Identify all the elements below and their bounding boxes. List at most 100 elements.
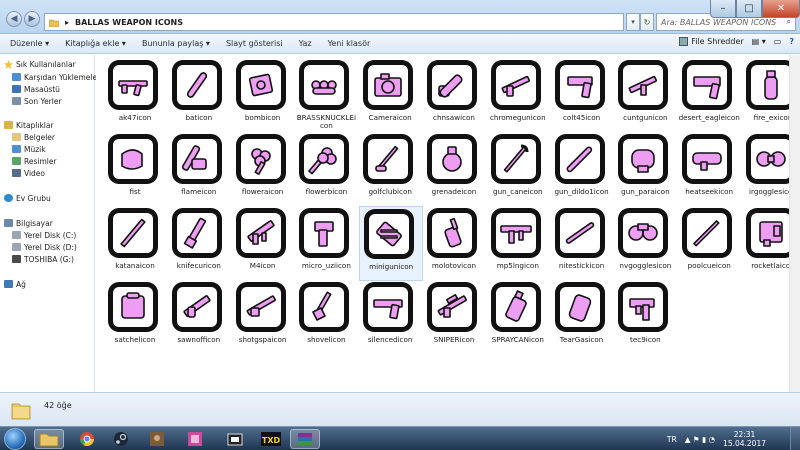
file-item[interactable]: gun_dildo1icon <box>551 132 615 207</box>
help-button[interactable]: ? <box>789 37 794 46</box>
nav-libraries[interactable]: Kitaplıklar <box>4 119 54 131</box>
file-item[interactable]: mp5lngicon <box>487 206 551 281</box>
file-item[interactable]: poolcueicon <box>678 206 742 281</box>
maximize-button[interactable]: □ <box>736 0 762 18</box>
file-shredder-button[interactable]: File Shredder <box>679 37 744 46</box>
taskbar-app-txd[interactable]: TXD <box>256 429 286 449</box>
file-item[interactable]: BRASSKNUCKLEicon <box>295 58 359 133</box>
file-item[interactable]: colt45icon <box>551 58 615 133</box>
file-item[interactable]: gun_caneicon <box>487 132 551 207</box>
file-item[interactable]: SNIPERicon <box>423 280 487 355</box>
taskbar-app-chrome[interactable] <box>72 429 102 449</box>
file-item[interactable]: M4icon <box>232 206 296 281</box>
preview-pane-button[interactable]: ▭ <box>774 37 782 46</box>
taskbar-app-camera[interactable] <box>220 429 250 449</box>
new-folder-button[interactable]: Yeni klasör <box>328 39 371 48</box>
weapon-icon <box>108 60 158 110</box>
start-button[interactable] <box>4 428 26 450</box>
language-indicator[interactable]: TR <box>667 435 677 444</box>
file-item[interactable]: golfclubicon <box>359 132 423 207</box>
nav-network[interactable]: Ağ <box>4 278 26 290</box>
nav-homegroup[interactable]: Ev Grubu <box>4 192 51 204</box>
organize-menu[interactable]: Düzenle ▾ <box>10 39 49 48</box>
weapon-glyph-icon <box>759 221 783 247</box>
file-item[interactable]: katanaicon <box>104 206 168 281</box>
nav-downloads[interactable]: Karşıdan Yüklemeler <box>12 71 100 83</box>
file-item[interactable]: sawnofficon <box>168 280 232 355</box>
file-item[interactable]: tec9icon <box>614 280 678 355</box>
address-bar[interactable]: ▸ BALLAS WEAPON ICONS <box>44 13 624 31</box>
address-dropdown-button[interactable]: ▾ <box>626 13 640 31</box>
file-item[interactable]: heatseekicon <box>678 132 742 207</box>
nav-drive-c[interactable]: Yerel Disk (C:) <box>12 229 76 241</box>
add-to-library-menu[interactable]: Kitaplığa ekle ▾ <box>65 39 126 48</box>
file-item[interactable]: chnsawicon <box>423 58 487 133</box>
file-item[interactable]: molotovicon <box>423 206 487 281</box>
weapon-icon <box>171 60 222 110</box>
file-item[interactable]: SPRAYCANicon <box>487 280 551 355</box>
file-item[interactable]: ak47icon <box>104 58 168 133</box>
file-item[interactable]: chromegunicon <box>487 58 551 133</box>
command-bar: Düzenle ▾ Kitaplığa ekle ▾ Bununla payla… <box>0 34 800 54</box>
nav-video[interactable]: Video <box>12 167 45 179</box>
share-menu[interactable]: Bununla paylaş ▾ <box>142 39 210 48</box>
weapon-icon <box>171 282 222 332</box>
file-item[interactable]: satchelicon <box>104 280 168 355</box>
taskbar-app-steam[interactable] <box>106 429 136 449</box>
vertical-scrollbar[interactable] <box>789 55 800 392</box>
file-name: knifecuricon <box>176 261 221 270</box>
nav-recent[interactable]: Son Yerler <box>12 95 62 107</box>
file-item[interactable]: TearGasicon <box>551 280 615 355</box>
show-desktop-button[interactable] <box>790 427 800 450</box>
file-item[interactable]: shovelicon <box>295 280 359 355</box>
navigation-pane: Sık Kullanılanlar Karşıdan Yüklemeler Ma… <box>0 55 100 392</box>
clock[interactable]: 22:31 15.04.2017 <box>723 430 766 448</box>
slideshow-button[interactable]: Slayt gösterisi <box>226 39 283 48</box>
file-item[interactable]: desert_eagleicon <box>678 58 742 133</box>
view-options-button[interactable]: ▤ ▾ <box>752 37 766 46</box>
nav-drive-d[interactable]: Yerel Disk (D:) <box>12 241 77 253</box>
file-item[interactable]: silencedicon <box>359 280 423 355</box>
back-button[interactable]: ◀ <box>6 11 22 27</box>
nav-pictures[interactable]: Resimler <box>12 155 57 167</box>
file-item[interactable]: minigunicon <box>359 206 424 281</box>
taskbar-app-gta[interactable] <box>142 429 172 449</box>
file-item[interactable]: nvgogglesicon <box>614 206 678 281</box>
close-button[interactable]: ✕ <box>762 0 800 18</box>
icon-frame <box>368 139 409 179</box>
file-item[interactable]: nitestickicon <box>551 206 615 281</box>
taskbar-app-winrar[interactable] <box>290 429 320 449</box>
file-item[interactable]: floweraicon <box>232 132 296 207</box>
file-item[interactable]: Cameraicon <box>359 58 423 133</box>
file-item[interactable]: shotgspaicon <box>232 280 296 355</box>
forward-button[interactable]: ▶ <box>24 11 40 27</box>
file-item[interactable]: fist <box>104 132 168 207</box>
minimize-button[interactable]: – <box>710 0 736 18</box>
file-item[interactable]: micro_uziicon <box>295 206 359 281</box>
taskbar-app-game[interactable] <box>180 429 210 449</box>
search-icon[interactable]: ⌕ <box>787 17 791 27</box>
nav-documents[interactable]: Belgeler <box>12 131 55 143</box>
nav-favorites[interactable]: Sık Kullanılanlar <box>4 58 76 70</box>
file-item[interactable]: baticon <box>168 58 232 133</box>
tray-icons[interactable]: ▲ ⚑ ▮ ◔ <box>685 435 715 444</box>
file-item[interactable]: knifecuricon <box>168 206 232 281</box>
nav-drive-g[interactable]: TOSHIBA (G:) <box>12 253 74 265</box>
file-item[interactable]: grenadeicon <box>423 132 487 207</box>
file-item[interactable]: flameicon <box>168 132 232 207</box>
nav-computer[interactable]: Bilgisayar <box>4 217 53 229</box>
address-arrow-icon[interactable]: ▸ <box>65 18 69 27</box>
file-item[interactable]: cuntgunicon <box>614 58 678 133</box>
refresh-button[interactable]: ↻ <box>640 13 654 31</box>
drive-icon <box>12 231 21 239</box>
breadcrumb[interactable]: BALLAS WEAPON ICONS <box>75 18 183 27</box>
taskbar-app-explorer[interactable] <box>34 429 64 449</box>
file-item[interactable]: flowerbicon <box>295 132 359 207</box>
nav-video-label: Video <box>24 168 46 178</box>
nav-computer-label: Bilgisayar <box>16 218 53 228</box>
nav-desktop[interactable]: Masaüstü <box>12 83 60 95</box>
nav-music[interactable]: Müzik <box>12 143 46 155</box>
file-item[interactable]: gun_paraicon <box>614 132 678 207</box>
burn-button[interactable]: Yaz <box>299 39 312 48</box>
file-item[interactable]: bombicon <box>232 58 296 133</box>
